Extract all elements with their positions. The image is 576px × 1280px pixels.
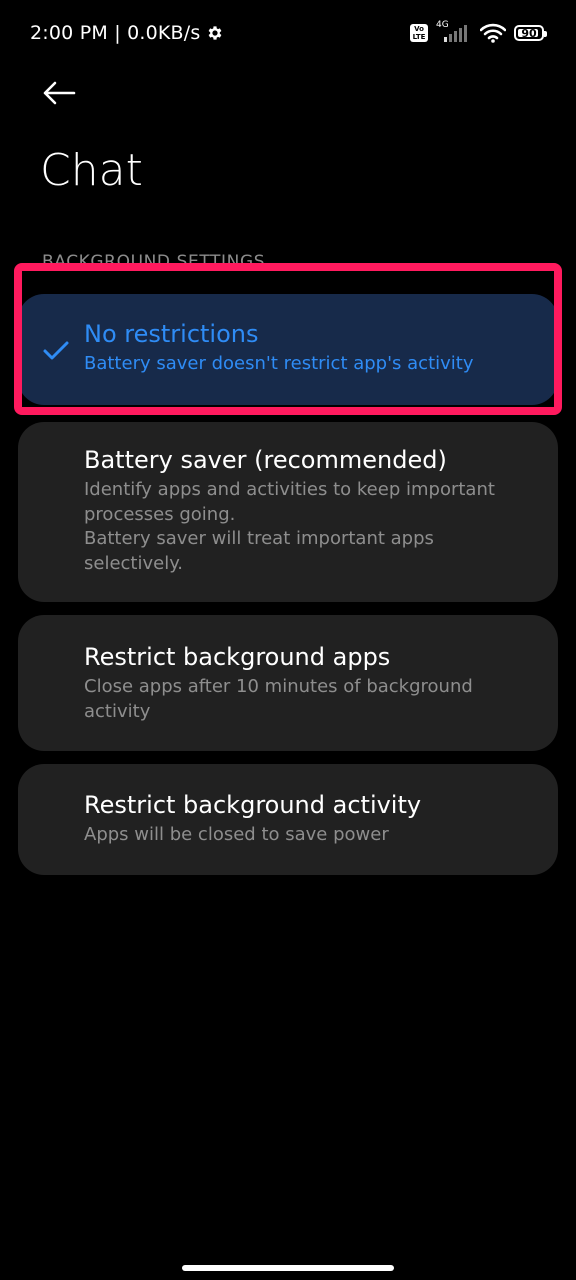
home-indicator[interactable] (182, 1265, 394, 1271)
option-restrict-background-apps[interactable]: Restrict background apps Close apps afte… (18, 615, 558, 751)
status-separator: | (107, 22, 128, 44)
battery-icon: 90 (514, 25, 547, 41)
signal-bars (444, 25, 467, 42)
option-title: No restrictions (84, 320, 259, 348)
option-title: Battery saver (recommended) (84, 446, 447, 474)
option-title: Restrict background apps (84, 643, 391, 671)
option-description: Close apps after 10 minutes of backgroun… (84, 676, 473, 722)
volte-line2: LTE (412, 33, 426, 41)
option-restrict-background-activity[interactable]: Restrict background activity Apps will b… (18, 764, 558, 875)
status-time: 2:00 PM (30, 22, 108, 44)
volte-line1: Vo (414, 25, 424, 33)
status-right: Vo LTE 4G 90 (410, 20, 547, 46)
option-battery-saver[interactable]: Battery saver (recommended) Identify app… (18, 422, 558, 602)
status-left: 2:00 PM | 0.0KB/s (30, 20, 224, 46)
section-header: BACKGROUND SETTINGS (42, 252, 266, 272)
option-title: Restrict background activity (84, 791, 422, 819)
back-button[interactable] (36, 70, 82, 116)
check-icon (43, 341, 69, 360)
option-description: Apps will be closed to save power (84, 824, 389, 845)
volte-icon: Vo LTE (410, 24, 428, 42)
page-title: Chat (40, 145, 143, 196)
option-description: Battery saver doesn't restrict app's act… (84, 353, 474, 374)
option-description: Identify apps and activities to keep imp… (84, 479, 495, 574)
battery-level: 90 (521, 26, 537, 40)
signal-icon: 4G (436, 20, 472, 44)
gear-icon (206, 24, 224, 42)
status-bar: 2:00 PM | 0.0KB/s Vo LTE 4G 90 (0, 0, 576, 64)
option-no-restrictions[interactable]: No restrictions Battery saver doesn't re… (18, 294, 558, 405)
wifi-icon (479, 23, 507, 43)
arrow-left-icon (43, 81, 76, 105)
status-net-speed: 0.0KB/s (127, 22, 201, 44)
